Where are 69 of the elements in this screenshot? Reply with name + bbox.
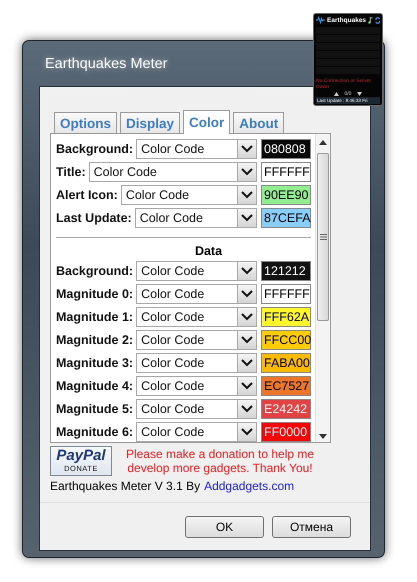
window-title: Earthquakes Meter xyxy=(45,56,168,72)
dropdown[interactable]: Color Code xyxy=(134,208,257,228)
setting-label: Alert Icon: xyxy=(56,188,118,202)
chevron-down-icon xyxy=(241,428,253,436)
chevron-down-icon xyxy=(241,191,253,200)
color-code-field[interactable]: FABA00 xyxy=(261,352,311,373)
chevron-down-icon xyxy=(241,382,253,390)
scroll-down-icon[interactable] xyxy=(319,434,327,439)
setting-label: Background: xyxy=(56,264,134,278)
cancel-button[interactable]: Отмена xyxy=(272,516,351,538)
color-code-field[interactable]: EC7527 xyxy=(261,376,311,396)
website-link[interactable]: Addgadgets.com xyxy=(204,479,294,493)
chevron-down-icon xyxy=(241,290,253,298)
seismograph-icon xyxy=(316,16,326,24)
donation-message: Please make a donation to help me develop more gadgets. Thank You! xyxy=(124,447,316,475)
version-text: Earthquakes Meter V 3.1 By xyxy=(50,479,200,493)
chevron-down-icon xyxy=(241,145,253,154)
chevron-down-icon xyxy=(241,214,253,222)
setting-label: Last Update: xyxy=(56,211,132,226)
color-code-field[interactable]: E24242 xyxy=(261,398,311,419)
dropdown[interactable]: Color Code xyxy=(136,306,257,327)
scrollbar-thumb[interactable] xyxy=(317,153,329,321)
dropdown[interactable]: Color Code xyxy=(88,162,257,182)
color-code-field[interactable]: FFFFFF xyxy=(261,284,311,304)
section-heading: Data xyxy=(194,244,222,259)
chevron-down-icon xyxy=(241,168,253,176)
color-code-field[interactable]: FFCC00 xyxy=(261,330,311,350)
chevron-down-icon xyxy=(241,336,253,344)
setting-label: Magnitude 0: xyxy=(56,287,134,302)
setting-label: Magnitude 5: xyxy=(56,402,134,416)
scroll-up-icon[interactable] xyxy=(319,140,327,145)
dropdown[interactable]: Color Code xyxy=(136,284,257,304)
grip-icon xyxy=(320,234,326,240)
setting-label: Magnitude 6: xyxy=(56,424,134,439)
scrollbar[interactable] xyxy=(315,134,330,442)
dropdown[interactable]: Color Code xyxy=(120,185,257,206)
setting-label: Magnitude 3: xyxy=(56,356,134,370)
refresh-icon xyxy=(374,16,380,24)
dropdown[interactable]: Color Code xyxy=(136,422,257,442)
down-arrow-icon[interactable] xyxy=(357,92,362,96)
up-arrow-icon[interactable] xyxy=(334,92,339,96)
color-code-field[interactable]: FF0000 xyxy=(261,422,311,442)
setting-label: Background: xyxy=(56,142,134,156)
setting-label: Magnitude 1: xyxy=(56,310,134,324)
dropdown[interactable]: Color Code xyxy=(136,352,257,373)
chevron-down-icon xyxy=(241,358,253,367)
dropdown[interactable]: Color Code xyxy=(136,398,257,419)
tab[interactable]: About xyxy=(233,112,284,133)
color-code-field[interactable]: 87CEFA xyxy=(261,208,311,228)
chevron-down-icon xyxy=(241,404,253,413)
color-code-field[interactable]: 121212 xyxy=(261,261,311,282)
music-note-icon xyxy=(368,16,373,24)
color-code-field[interactable]: 90EE90 xyxy=(261,185,311,206)
color-code-field[interactable]: 080808 xyxy=(261,139,311,160)
chevron-down-icon xyxy=(241,312,253,321)
chevron-down-icon xyxy=(241,267,253,276)
tab[interactable]: Color xyxy=(183,110,230,134)
setting-label: Magnitude 2: xyxy=(56,332,134,347)
color-code-field[interactable]: FFF62A xyxy=(261,306,311,327)
ok-button[interactable]: OK xyxy=(185,516,264,538)
color-code-field[interactable]: FFFFFF xyxy=(261,162,311,182)
dropdown[interactable]: Color Code xyxy=(136,139,257,160)
dropdown[interactable]: Color Code xyxy=(136,376,257,396)
setting-label: Magnitude 4: xyxy=(56,378,134,393)
dropdown[interactable]: Color Code xyxy=(136,330,257,350)
tab[interactable]: Options xyxy=(54,112,117,133)
dropdown[interactable]: Color Code xyxy=(136,261,257,282)
setting-label: Title: xyxy=(56,165,86,180)
tab[interactable]: Display xyxy=(120,112,180,133)
